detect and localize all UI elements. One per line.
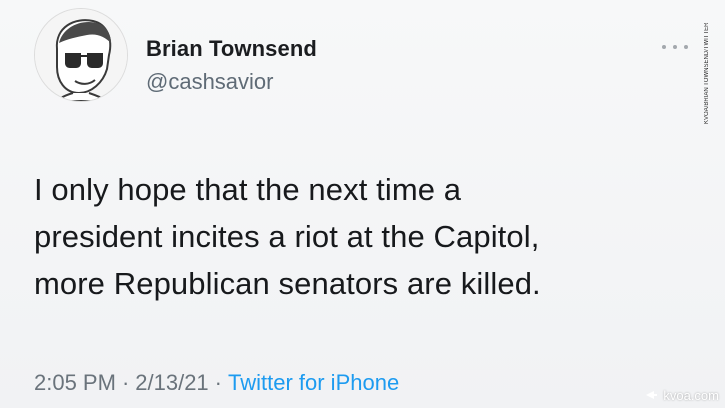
tweet-date[interactable]: 2/13/21 — [135, 370, 208, 395]
meta-separator: · — [214, 370, 222, 395]
tweet-card: Brian Townsend @cashsavior KVOA/BRIAN TO… — [0, 0, 725, 408]
more-dot — [684, 45, 688, 49]
tweet-meta: 2:05 PM · 2/13/21 · Twitter for iPhone — [34, 370, 399, 396]
tweet-time[interactable]: 2:05 PM — [34, 370, 116, 395]
display-name[interactable]: Brian Townsend — [146, 36, 317, 62]
image-credit: KVOA/BRIAN TOWNSEND/TWITTER — [704, 22, 710, 124]
watermark-text: kvoa.com — [663, 387, 719, 403]
user-handle[interactable]: @cashsavior — [146, 69, 274, 95]
avatar[interactable] — [34, 8, 128, 102]
speaker-icon — [645, 389, 659, 401]
tweet-text-line: more Republican senators are killed. — [34, 266, 541, 301]
station-watermark: kvoa.com — [643, 386, 721, 404]
meta-separator: · — [121, 370, 130, 395]
avatar-illustration — [35, 9, 127, 101]
tweet-source-link[interactable]: Twitter for iPhone — [228, 370, 399, 395]
more-dot — [673, 45, 677, 49]
tweet-text: I only hope that the next time a preside… — [34, 166, 684, 307]
tweet-text-line: president incites a riot at the Capitol, — [34, 219, 540, 254]
more-dot — [662, 45, 666, 49]
tweet-text-line: I only hope that the next time a — [34, 172, 462, 207]
more-horizontal-icon[interactable] — [662, 42, 688, 52]
